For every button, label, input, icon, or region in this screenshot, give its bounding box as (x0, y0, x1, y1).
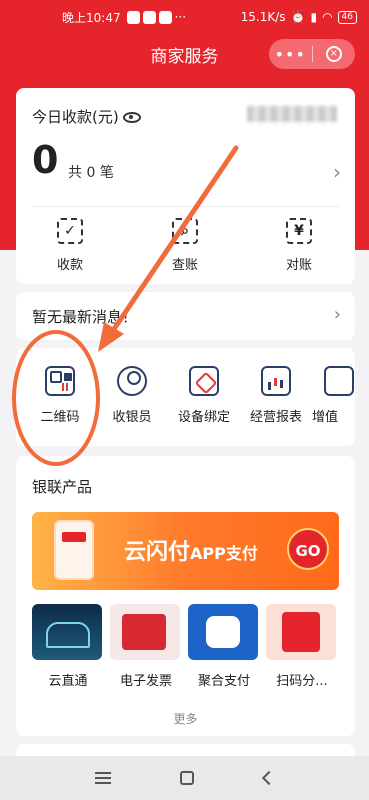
mini-program-capsule: ••• × (269, 39, 355, 69)
income-value: 0 (32, 138, 59, 182)
quick-action-label: 查账 (171, 258, 198, 273)
menu-item-qrcode[interactable]: 二维码 (24, 366, 96, 425)
income-detail-arrow-icon[interactable]: › (333, 160, 341, 184)
product-label: 聚合支付 (197, 674, 250, 689)
qr-grid-icon (45, 366, 75, 396)
menu-item-business-report[interactable]: 经营报表 (240, 366, 312, 425)
divider (32, 206, 339, 207)
back-icon[interactable] (262, 770, 277, 786)
app-notification-icon (158, 10, 172, 24)
menu-item-device-binding[interactable]: 设备绑定 (168, 366, 240, 425)
qr-phone-icon (266, 604, 336, 660)
person-icon (117, 366, 147, 396)
menu-item-label: 经营报表 (249, 410, 302, 425)
alarm-icon: ⏰ (290, 10, 306, 24)
product-label: 扫码分... (276, 674, 328, 689)
chevron-right-icon: › (333, 304, 341, 325)
invoice-folder-icon (110, 604, 180, 660)
system-nav-bar (0, 756, 369, 800)
product-yunzhitong[interactable]: 云直通 (32, 604, 104, 689)
close-button[interactable]: × (313, 46, 356, 62)
close-icon: × (325, 46, 342, 62)
menu-item-label: 设备绑定 (177, 410, 230, 425)
search-doc-icon: ⌕ (172, 218, 198, 244)
section-title: 银联产品 (32, 478, 93, 496)
status-bar: 晚上10:47 ··· 15.1K/s ⏰ ▮ ◠ 46 (0, 0, 369, 34)
banner-text: 云闪付APP支付 (124, 540, 258, 565)
service-menu: 二维码 收银员 设备绑定 经营报表 增值 (16, 348, 355, 446)
wifi-icon: ◠ (322, 10, 333, 24)
home-icon[interactable] (180, 771, 195, 785)
income-label-row: 今日收款(元) (32, 106, 141, 127)
menu-item-value-added[interactable]: 增值 (312, 366, 355, 425)
cloud-icon (32, 604, 102, 660)
quick-action-label: 对账 (285, 258, 312, 273)
app-notification-icon (142, 10, 156, 24)
yunshanfu-banner[interactable]: 云闪付APP支付 GO (32, 512, 339, 590)
product-label: 云直通 (48, 674, 88, 689)
receive-payment-button[interactable]: ✓ 收款 (40, 218, 100, 273)
product-scan-split[interactable]: 扫码分... (266, 604, 338, 689)
go-button[interactable]: GO (287, 528, 329, 570)
payment-apps-icon (188, 604, 258, 660)
link-icon (189, 366, 219, 396)
status-time: 晚上10:47 (62, 10, 121, 25)
transaction-count: 共 0 笔 (68, 165, 114, 181)
more-link[interactable]: 更多 (16, 710, 355, 727)
income-card: 今日收款(元) 0 共 0 笔 › ✓ 收款 ⌕ 查账 ¥ 对账 (16, 88, 355, 284)
menu-item-label: 收银员 (112, 410, 152, 425)
unionpay-products-card: 银联产品 云闪付APP支付 GO 云直通 电子发票 聚合支付 扫码分... 更多 (16, 456, 355, 736)
menu-icon[interactable] (94, 772, 111, 784)
product-aggregate-pay[interactable]: 聚合支付 (188, 604, 260, 689)
phone-illustration (54, 520, 94, 580)
product-e-invoice[interactable]: 电子发票 (110, 604, 182, 689)
more-notifications-icon: ··· (174, 10, 187, 24)
yuan-icon: ¥ (286, 218, 312, 244)
network-speed: 15.1K/s (240, 10, 286, 24)
quick-action-label: 收款 (56, 258, 83, 273)
scan-check-icon: ✓ (57, 218, 83, 244)
income-label: 今日收款(元) (32, 108, 119, 126)
app-notification-icon (126, 10, 140, 24)
plus-icon (324, 366, 354, 396)
menu-item-label: 增值 (312, 410, 339, 425)
eye-icon[interactable] (122, 112, 141, 123)
check-account-button[interactable]: ⌕ 查账 (155, 218, 215, 273)
notice-bar[interactable]: 暂无最新消息！ › (16, 292, 355, 340)
signal-icon: ▮ (310, 10, 318, 24)
battery-icon: 46 (337, 10, 357, 24)
menu-item-label: 二维码 (40, 410, 80, 425)
menu-item-cashier[interactable]: 收银员 (96, 366, 168, 425)
masked-merchant-info (247, 106, 337, 122)
notice-text: 暂无最新消息！ (32, 308, 138, 326)
product-label: 电子发票 (119, 674, 172, 689)
chart-icon (261, 366, 291, 396)
title-bar: 商家服务 ••• × (0, 34, 369, 76)
reconcile-button[interactable]: ¥ 对账 (269, 218, 329, 273)
more-button[interactable]: ••• (269, 45, 312, 64)
